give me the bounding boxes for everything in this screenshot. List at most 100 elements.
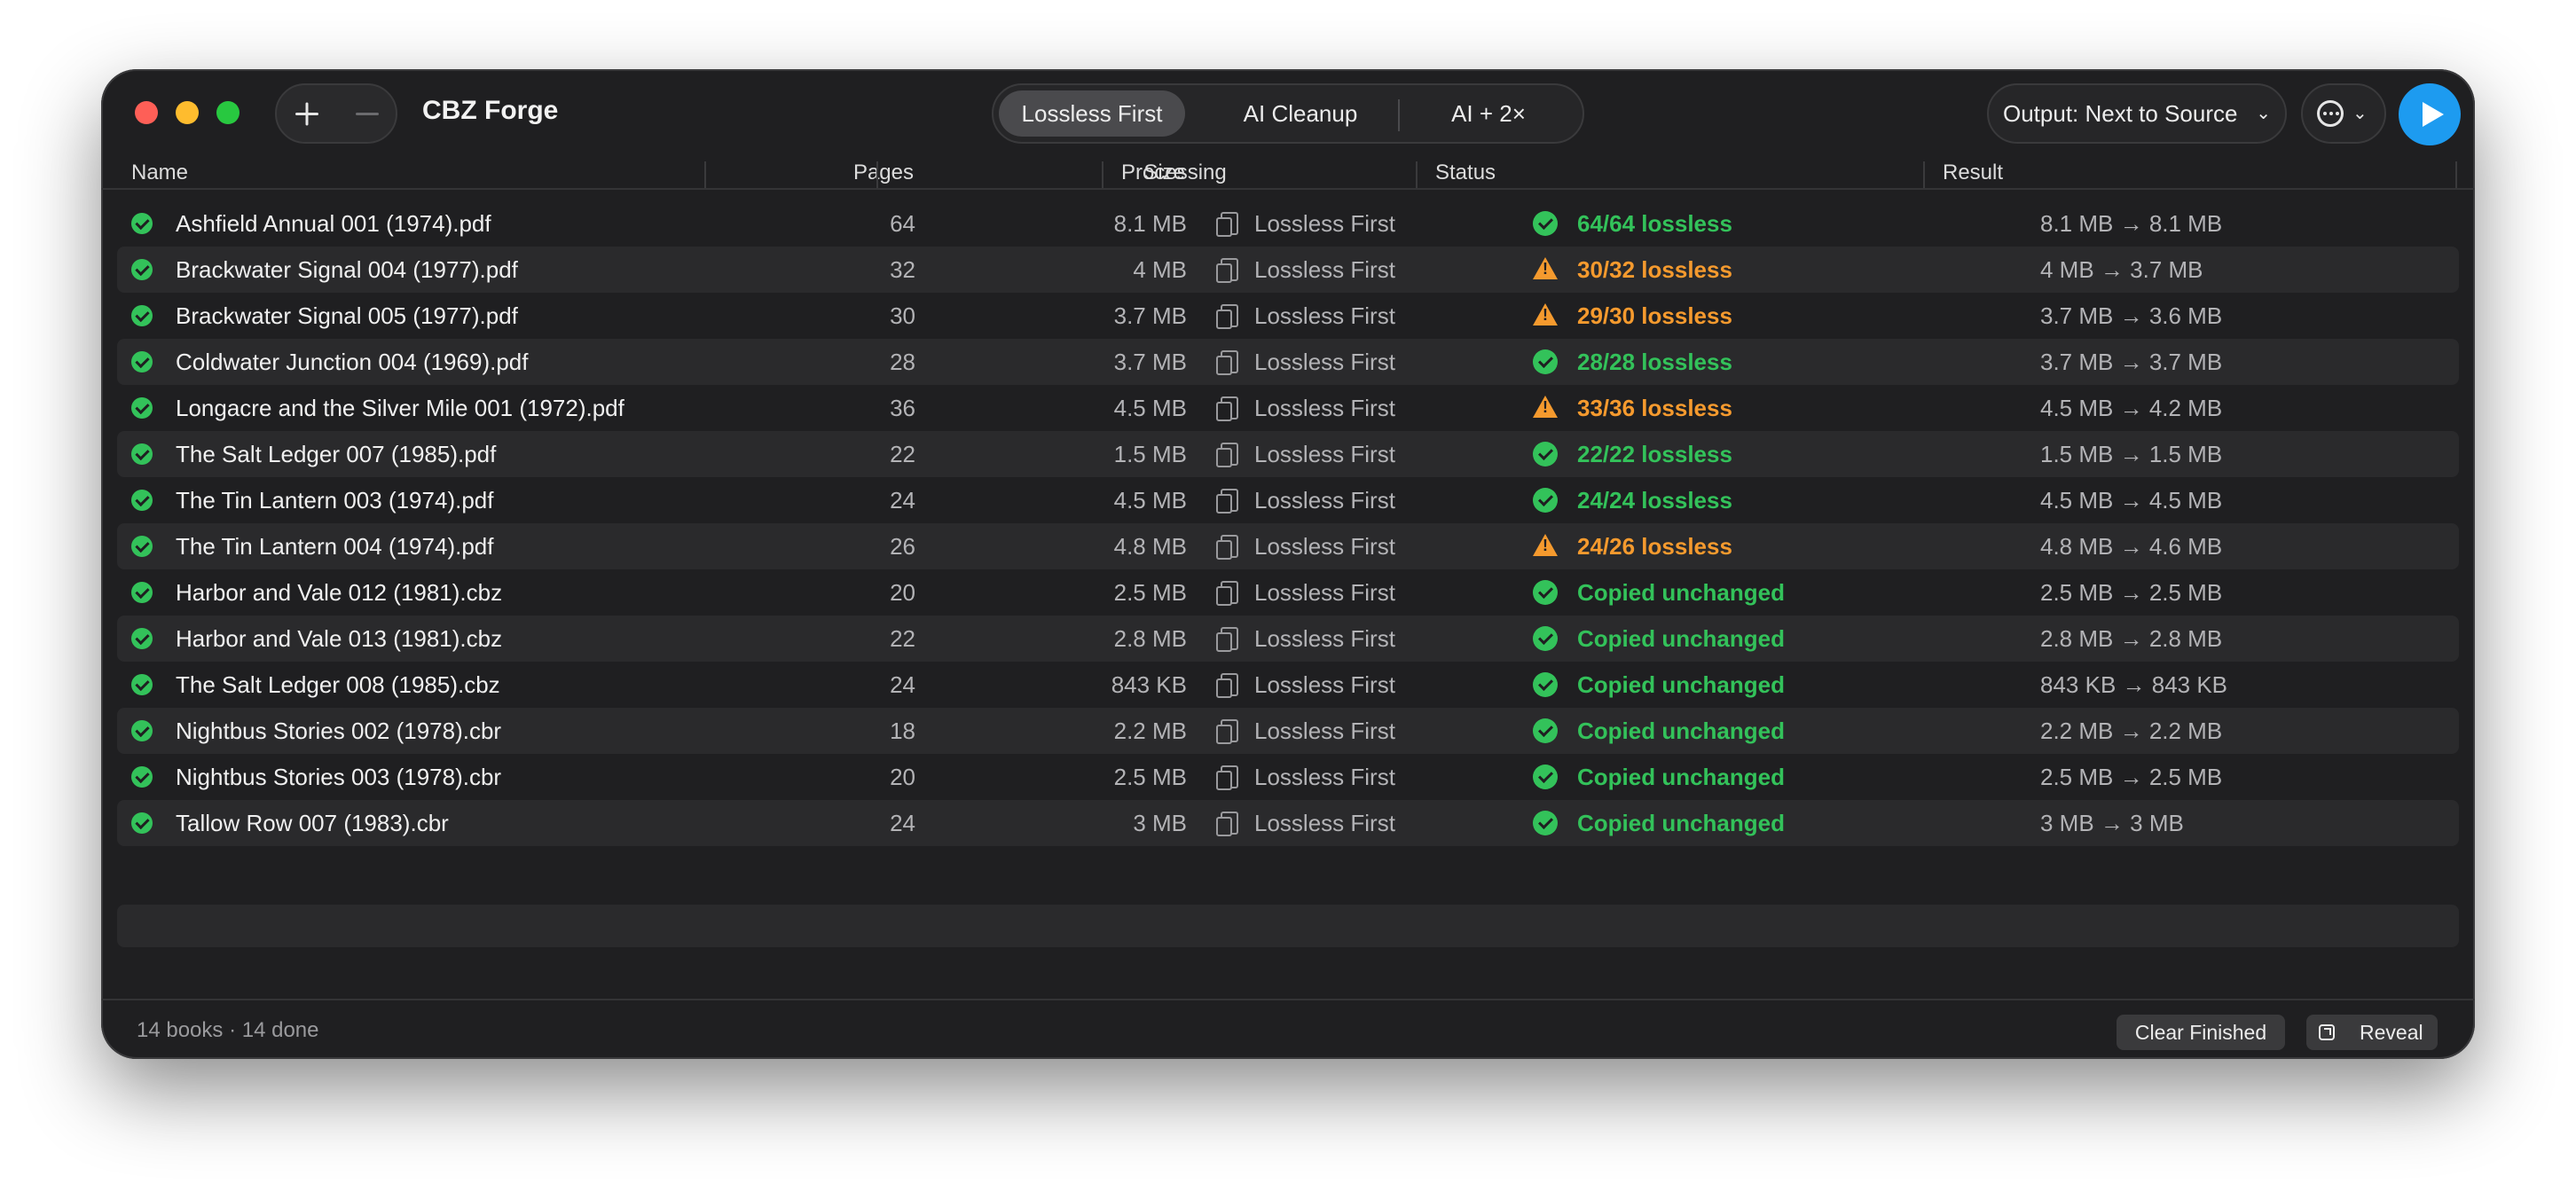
file-name: The Salt Ledger 007 (1985).pdf bbox=[176, 441, 497, 467]
ellipsis-circle-icon bbox=[2317, 100, 2344, 127]
column-divider[interactable] bbox=[1416, 161, 1418, 188]
processing-mode: Lossless First bbox=[1254, 487, 1395, 514]
document-icon bbox=[1216, 673, 1238, 698]
status-text: Copied unchanged bbox=[1577, 718, 1785, 744]
table-row[interactable]: Ashfield Annual 001 (1974).pdf 64 8.1 MB Lo… bbox=[117, 200, 2459, 247]
column-header-processing[interactable]: Processing bbox=[1121, 158, 1227, 188]
table-row[interactable]: Harbor and Vale 013 (1981).cbz 22 2.8 MB Lo… bbox=[117, 616, 2459, 662]
remove-icon[interactable] bbox=[337, 85, 397, 142]
result-size: 2.5 MB → 2.5 MB bbox=[2040, 764, 2223, 790]
result-size: 2.8 MB → 2.8 MB bbox=[2040, 625, 2223, 652]
file-name: Tallow Row 007 (1983).cbr bbox=[176, 810, 449, 836]
column-divider[interactable] bbox=[2455, 161, 2457, 188]
footer-divider bbox=[101, 999, 2475, 1000]
document-icon bbox=[1216, 765, 1238, 790]
footer-summary: 14 books · 14 done bbox=[137, 1018, 319, 1042]
status-text: Copied unchanged bbox=[1577, 671, 1785, 698]
file-size: 1.5 MB bbox=[1113, 441, 1187, 467]
column-header-status[interactable]: Status bbox=[1435, 158, 1496, 188]
table-row[interactable]: Harbor and Vale 012 (1981).cbz 20 2.5 MB Lo… bbox=[117, 569, 2459, 616]
add-icon[interactable] bbox=[277, 85, 337, 142]
status-text: 24/24 lossless bbox=[1577, 487, 1732, 514]
file-size: 4 MB bbox=[1133, 256, 1187, 283]
column-header-name[interactable]: Name bbox=[131, 158, 188, 188]
done-check-icon bbox=[131, 490, 153, 511]
document-icon bbox=[1216, 212, 1238, 237]
reveal-button[interactable]: Reveal bbox=[2306, 1015, 2438, 1050]
column-divider[interactable] bbox=[1923, 161, 1925, 188]
processing-mode: Lossless First bbox=[1254, 671, 1395, 698]
column-divider[interactable] bbox=[1102, 161, 1103, 188]
document-icon bbox=[1216, 443, 1238, 467]
file-name: The Salt Ledger 008 (1985).cbz bbox=[176, 671, 500, 698]
table-row[interactable]: The Salt Ledger 008 (1985).cbz 24 843 KB Lo… bbox=[117, 662, 2459, 708]
play-icon[interactable] bbox=[2399, 83, 2461, 145]
close-window-button[interactable] bbox=[135, 101, 158, 124]
processing-mode: Lossless First bbox=[1254, 349, 1395, 375]
table-row[interactable]: Brackwater Signal 005 (1977).pdf 30 3.7 MB… bbox=[117, 293, 2459, 339]
column-divider[interactable] bbox=[876, 161, 878, 188]
app-title: CBZ Forge bbox=[422, 96, 559, 125]
mode-segmented-control: Lossless First AI Cleanup AI + 2× bbox=[992, 83, 1584, 144]
result-size: 3 MB → 3 MB bbox=[2040, 810, 2184, 836]
zoom-window-button[interactable] bbox=[216, 101, 240, 124]
table-row[interactable]: Nightbus Stories 002 (1978).cbr 18 2.2 MB L… bbox=[117, 708, 2459, 754]
status-text: 28/28 lossless bbox=[1577, 349, 1732, 375]
warning-icon bbox=[1533, 534, 1558, 556]
processing-mode: Lossless First bbox=[1254, 625, 1395, 652]
result-size: 4.5 MB → 4.5 MB bbox=[2040, 487, 2223, 514]
result-size: 8.1 MB → 8.1 MB bbox=[2040, 210, 2223, 237]
column-header-result[interactable]: Result bbox=[1943, 158, 2003, 188]
checkmark-seal-icon bbox=[1533, 672, 1558, 697]
status-text: 30/32 lossless bbox=[1577, 256, 1732, 283]
table-row[interactable]: Longacre and the Silver Mile 001 (1972).… bbox=[117, 385, 2459, 431]
column-header-pages[interactable]: Pages bbox=[802, 158, 914, 188]
file-name: Harbor and Vale 013 (1981).cbz bbox=[176, 625, 503, 652]
done-check-icon bbox=[131, 766, 153, 788]
result-size: 2.5 MB → 2.5 MB bbox=[2040, 579, 2223, 606]
minimize-window-button[interactable] bbox=[176, 101, 199, 124]
mode-lossless-first[interactable]: Lossless First bbox=[999, 90, 1185, 137]
table-row[interactable]: The Salt Ledger 007 (1985).pdf 22 1.5 MB Lo… bbox=[117, 431, 2459, 477]
table-row[interactable]: Nightbus Stories 003 (1978).cbr 20 2.5 MB L… bbox=[117, 754, 2459, 800]
add-remove-control bbox=[275, 83, 397, 144]
done-check-icon bbox=[131, 536, 153, 557]
file-size: 2.2 MB bbox=[1113, 718, 1187, 744]
file-size: 3.7 MB bbox=[1113, 302, 1187, 329]
checkmark-seal-icon bbox=[1533, 349, 1558, 374]
processing-mode: Lossless First bbox=[1254, 810, 1395, 836]
table-row[interactable]: Coldwater Junction 004 (1969).pdf 28 3.7 M… bbox=[117, 339, 2459, 385]
table-row[interactable]: Tallow Row 007 (1983).cbr 24 3 MB Lossless … bbox=[117, 800, 2459, 846]
result-size: 4 MB → 3.7 MB bbox=[2040, 256, 2203, 283]
file-name: Brackwater Signal 004 (1977).pdf bbox=[176, 256, 518, 283]
empty-list-row bbox=[117, 905, 2459, 947]
mode-ai-2x[interactable]: AI + 2× bbox=[1398, 90, 1579, 137]
result-size: 1.5 MB → 1.5 MB bbox=[2040, 441, 2223, 467]
checkmark-seal-icon bbox=[1533, 488, 1558, 513]
document-icon bbox=[1216, 396, 1238, 421]
output-location-menu[interactable]: Output: Next to Source ⌄ bbox=[1987, 83, 2287, 144]
clear-finished-button[interactable]: Clear Finished bbox=[2117, 1015, 2285, 1050]
file-name: Nightbus Stories 003 (1978).cbr bbox=[176, 764, 502, 790]
processing-mode: Lossless First bbox=[1254, 764, 1395, 790]
warning-icon bbox=[1533, 303, 1558, 325]
mode-ai-cleanup[interactable]: AI Cleanup bbox=[1203, 90, 1398, 137]
reveal-icon bbox=[2319, 1024, 2335, 1040]
processing-mode: Lossless First bbox=[1254, 210, 1395, 237]
processing-mode: Lossless First bbox=[1254, 256, 1395, 283]
processing-mode: Lossless First bbox=[1254, 579, 1395, 606]
table-row[interactable]: The Tin Lantern 004 (1974).pdf 26 4.8 MB Lo… bbox=[117, 523, 2459, 569]
more-options-menu[interactable]: ⌄ bbox=[2301, 83, 2386, 144]
file-name: Brackwater Signal 005 (1977).pdf bbox=[176, 302, 518, 329]
processing-mode: Lossless First bbox=[1254, 718, 1395, 744]
result-size: 2.2 MB → 2.2 MB bbox=[2040, 718, 2223, 744]
page-count: 24 bbox=[890, 671, 915, 698]
result-size: 4.5 MB → 4.2 MB bbox=[2040, 395, 2223, 421]
file-name: Harbor and Vale 012 (1981).cbz bbox=[176, 579, 503, 606]
status-text: Copied unchanged bbox=[1577, 625, 1785, 652]
table-row[interactable]: The Tin Lantern 003 (1974).pdf 24 4.5 MB Lo… bbox=[117, 477, 2459, 523]
file-name: Longacre and the Silver Mile 001 (1972).… bbox=[176, 395, 624, 421]
file-name: Coldwater Junction 004 (1969).pdf bbox=[176, 349, 529, 375]
column-divider[interactable] bbox=[704, 161, 706, 188]
table-row[interactable]: Brackwater Signal 004 (1977).pdf 32 4 MB Lo… bbox=[117, 247, 2459, 293]
